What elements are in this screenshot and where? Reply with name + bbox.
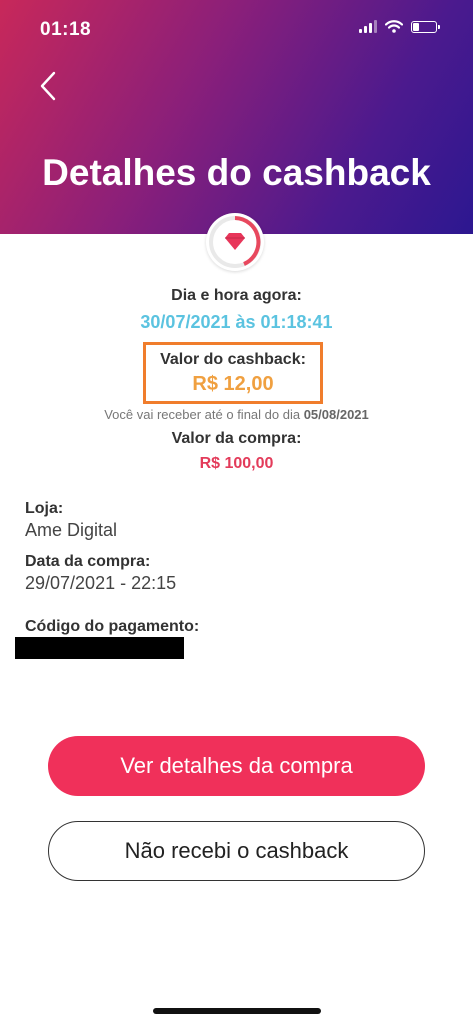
wifi-icon bbox=[385, 20, 403, 33]
back-button[interactable] bbox=[34, 66, 74, 106]
status-icons bbox=[359, 20, 440, 33]
now-value: 30/07/2021 às 01:18:41 bbox=[140, 312, 333, 332]
now-label: Dia e hora agora: bbox=[171, 287, 302, 304]
cashback-label: Valor do cashback: bbox=[160, 351, 306, 368]
cashback-value: R$ 12,00 bbox=[192, 373, 274, 395]
purchase-date-value: 29/07/2021 - 22:15 bbox=[25, 573, 177, 593]
payment-code-label: Código do pagamento: bbox=[25, 618, 200, 635]
header: 01:18 Detalhes do cashback bbox=[0, 0, 473, 234]
chevron-left-icon bbox=[40, 71, 56, 101]
note-text: Você vai receber até o final do dia bbox=[104, 407, 301, 422]
cashback-not-received-button[interactable]: Não recebi o cashback bbox=[48, 821, 425, 881]
cashback-note: Você vai receber até o final do dia 05/0… bbox=[0, 407, 473, 422]
signal-icon bbox=[359, 20, 377, 33]
purchase-value: R$ 100,00 bbox=[199, 455, 274, 472]
purchase-date-label: Data da compra: bbox=[25, 553, 151, 570]
purchase-label: Valor da compra: bbox=[171, 430, 302, 447]
diamond-logo-icon bbox=[209, 216, 261, 268]
status-bar: 01:18 bbox=[0, 0, 473, 60]
battery-icon bbox=[411, 20, 440, 33]
store-value: Ame Digital bbox=[25, 520, 118, 540]
see-purchase-details-button[interactable]: Ver detalhes da compra bbox=[48, 736, 425, 796]
payment-code-redacted bbox=[15, 637, 184, 659]
note-date: 05/08/2021 bbox=[303, 407, 369, 422]
page-title: Detalhes do cashback bbox=[42, 152, 431, 193]
status-time: 01:18 bbox=[40, 19, 92, 40]
store-label: Loja: bbox=[25, 500, 64, 517]
cashback-logo bbox=[206, 213, 264, 271]
home-indicator bbox=[153, 1008, 321, 1014]
cashback-highlight: Valor do cashback: R$ 12,00 bbox=[143, 342, 323, 404]
